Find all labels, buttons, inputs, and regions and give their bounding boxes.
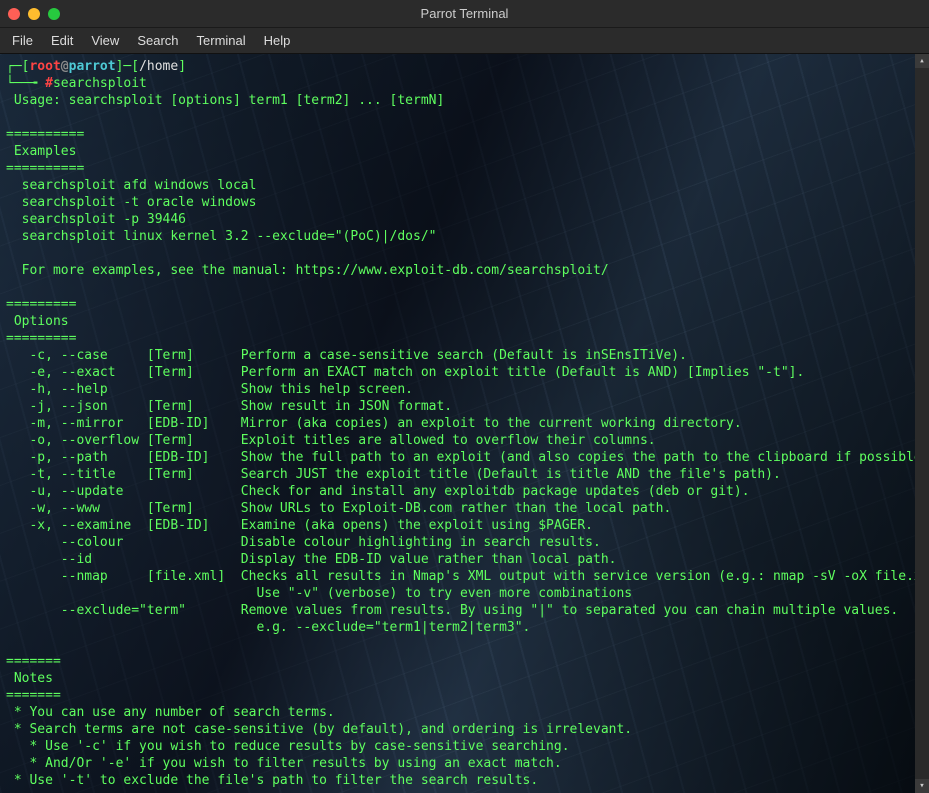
menubar: File Edit View Search Terminal Help <box>0 28 929 54</box>
prompt-dash: ┌─ <box>6 59 22 74</box>
prompt-hash: # <box>45 76 53 91</box>
output-note4: * And/Or '-e' if you wish to filter resu… <box>6 756 562 771</box>
output-options-hdr: Options <box>6 314 76 329</box>
output-opt-j: -j, --json [Term] Show result in JSON fo… <box>6 399 452 414</box>
output-notes-hdr: Notes <box>6 671 61 686</box>
scroll-down-icon[interactable]: ▾ <box>915 779 929 793</box>
output-opt-e: -e, --exact [Term] Perform an EXACT matc… <box>6 365 804 380</box>
terminal-content: ┌─[root@parrot]─[/home] └──╼ #searchsplo… <box>0 54 929 793</box>
output-opt-id: --id Display the EDB-ID value rather tha… <box>6 552 616 567</box>
window-controls <box>0 8 60 20</box>
output-opt-excl: --exclude="term" Remove values from resu… <box>6 603 898 618</box>
output-opt-c: -c, --case [Term] Perform a case-sensiti… <box>6 348 687 363</box>
output-sep4: ========= <box>6 331 76 346</box>
output-ex4: searchsploit linux kernel 3.2 --exclude=… <box>6 229 436 244</box>
output-ex1: searchsploit afd windows local <box>6 178 256 193</box>
prompt-at: @ <box>61 59 69 74</box>
output-opt-m: -m, --mirror [EDB-ID] Mirror (aka copies… <box>6 416 742 431</box>
menu-search[interactable]: Search <box>129 30 186 51</box>
output-opt-h: -h, --help Show this help screen. <box>6 382 413 397</box>
prompt-path: /home <box>139 59 178 74</box>
terminal-area[interactable]: ┌─[root@parrot]─[/home] └──╼ #searchsplo… <box>0 54 929 793</box>
output-ex2: searchsploit -t oracle windows <box>6 195 256 210</box>
output-note1: * You can use any number of search terms… <box>6 705 335 720</box>
command-input: searchsploit <box>53 76 147 91</box>
menu-terminal[interactable]: Terminal <box>189 30 254 51</box>
output-note3: * Use '-c' if you wish to reduce results… <box>6 739 570 754</box>
output-sep1: ========== <box>6 127 84 142</box>
maximize-icon[interactable] <box>48 8 60 20</box>
prompt-arrow: └──╼ <box>6 76 45 91</box>
menu-edit[interactable]: Edit <box>43 30 81 51</box>
menu-help[interactable]: Help <box>256 30 299 51</box>
prompt-user: root <box>29 59 60 74</box>
prompt-host: parrot <box>69 59 116 74</box>
output-opt-colour: --colour Disable colour highlighting in … <box>6 535 601 550</box>
output-opt-nmap2: Use "-v" (verbose) to try even more comb… <box>6 586 632 601</box>
output-usage: Usage: searchsploit [options] term1 [ter… <box>6 93 444 108</box>
window-title: Parrot Terminal <box>421 6 509 21</box>
menu-view[interactable]: View <box>83 30 127 51</box>
output-sep3: ========= <box>6 297 76 312</box>
output-ex-more: For more examples, see the manual: https… <box>6 263 609 278</box>
minimize-icon[interactable] <box>28 8 40 20</box>
menu-file[interactable]: File <box>4 30 41 51</box>
output-ex3: searchsploit -p 39446 <box>6 212 186 227</box>
output-opt-t: -t, --title [Term] Search JUST the explo… <box>6 467 781 482</box>
output-note2: * Search terms are not case-sensitive (b… <box>6 722 632 737</box>
output-sep6: ======= <box>6 688 61 703</box>
output-sep5: ======= <box>6 654 61 669</box>
output-opt-u: -u, --update Check for and install any e… <box>6 484 750 499</box>
scroll-up-icon[interactable]: ▴ <box>915 54 929 68</box>
close-icon[interactable] <box>8 8 20 20</box>
scrollbar[interactable]: ▴ ▾ <box>915 54 929 793</box>
output-examples-hdr: Examples <box>6 144 84 159</box>
prompt-path-close: ] <box>178 59 186 74</box>
output-opt-w: -w, --www [Term] Show URLs to Exploit-DB… <box>6 501 671 516</box>
prompt-path-open: [ <box>131 59 139 74</box>
output-opt-nmap: --nmap [file.xml] Checks all results in … <box>6 569 929 584</box>
output-opt-excl2: e.g. --exclude="term1|term2|term3". <box>6 620 530 635</box>
output-opt-o: -o, --overflow [Term] Exploit titles are… <box>6 433 656 448</box>
output-sep2: ========== <box>6 161 84 176</box>
output-opt-x: -x, --examine [EDB-ID] Examine (aka open… <box>6 518 593 533</box>
output-note5: * Use '-t' to exclude the file's path to… <box>6 773 538 788</box>
titlebar: Parrot Terminal <box>0 0 929 28</box>
output-opt-p: -p, --path [EDB-ID] Show the full path t… <box>6 450 929 465</box>
